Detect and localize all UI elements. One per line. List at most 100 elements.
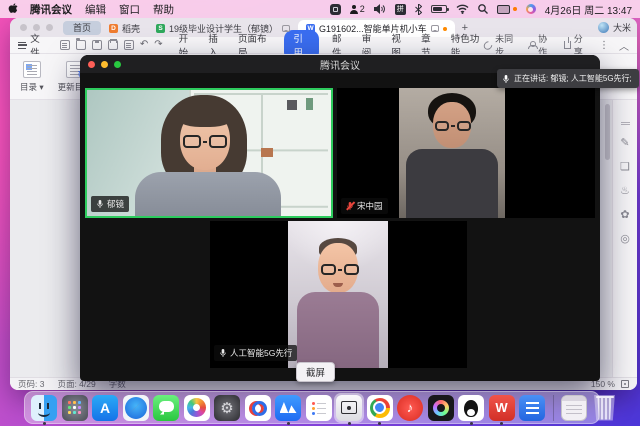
- toc-label: 目录 ▾: [20, 81, 44, 93]
- docs-app-icon[interactable]: [518, 394, 546, 422]
- hamburger-icon[interactable]: [18, 42, 26, 49]
- participant-name-badge: 宋中园: [341, 198, 388, 214]
- docer-icon: D: [109, 24, 118, 33]
- person-body: [135, 172, 281, 218]
- app-menu-title[interactable]: 腾讯会议: [30, 2, 72, 17]
- battery-icon[interactable]: [431, 5, 447, 13]
- wifi-icon[interactable]: [456, 4, 469, 14]
- more-options-icon[interactable]: ⋮: [599, 40, 609, 51]
- preview-icon[interactable]: [124, 40, 134, 50]
- recording-dot-icon: [513, 7, 517, 11]
- video-tile-participant-2[interactable]: 宋中园: [337, 88, 595, 218]
- toc-button[interactable]: 目录 ▾: [20, 61, 44, 93]
- shapes-icon[interactable]: ❏: [620, 162, 630, 173]
- minimize-button[interactable]: [33, 24, 40, 31]
- app-status-icon[interactable]: [330, 4, 341, 15]
- dropdown-arrow-icon: ▾: [39, 82, 43, 92]
- tab-docer[interactable]: D 稻壳: [101, 20, 148, 37]
- tencent-meeting-icon[interactable]: [274, 394, 302, 422]
- open-folder-icon[interactable]: [76, 40, 86, 50]
- side-tool-strip: ✎ ❏ ♨ ✿ ◎: [612, 100, 637, 377]
- glasses: [321, 264, 359, 275]
- person-body: [297, 292, 379, 368]
- app-store-icon[interactable]: A: [91, 394, 119, 422]
- share-icon: [564, 41, 571, 49]
- save-icon[interactable]: [92, 40, 102, 50]
- new-doc-icon[interactable]: [60, 40, 70, 50]
- minimized-window-thumbnail[interactable]: [560, 394, 588, 422]
- strip-handle-icon[interactable]: [621, 122, 630, 125]
- tab-docer-label: 稻壳: [122, 22, 140, 35]
- chrome-icon[interactable]: [366, 394, 394, 422]
- control-center-icon[interactable]: [526, 4, 536, 14]
- shelf-item: [306, 98, 313, 110]
- menu-help[interactable]: 帮助: [153, 2, 174, 17]
- media-app-icon[interactable]: [427, 394, 455, 422]
- collaborate-icon: [528, 41, 535, 49]
- close-button[interactable]: [20, 24, 27, 31]
- collapse-ribbon-icon[interactable]: ︿: [619, 38, 629, 53]
- participant-name: 宋中园: [357, 200, 383, 212]
- apple-menu-icon[interactable]: [8, 3, 19, 15]
- launchpad-icon[interactable]: [61, 394, 89, 422]
- user-notification-icon[interactable]: 2: [350, 4, 365, 14]
- person-icon: [350, 5, 358, 14]
- mic-on-icon: [96, 199, 104, 209]
- eye-icon[interactable]: ◎: [620, 234, 630, 245]
- rings-app-icon[interactable]: [244, 394, 272, 422]
- menu-edit[interactable]: 编辑: [85, 2, 106, 17]
- system-settings-icon[interactable]: ⚙: [213, 394, 241, 422]
- volume-icon[interactable]: [374, 4, 386, 14]
- screenshot-tool-icon[interactable]: [335, 394, 363, 422]
- menu-bar-clock[interactable]: 4月26日 周二 13:47: [545, 2, 632, 17]
- person-hair-fringe: [174, 99, 236, 127]
- menu-window[interactable]: 窗口: [119, 2, 140, 17]
- person-body: [406, 149, 498, 218]
- bluetooth-icon[interactable]: [415, 4, 422, 15]
- safari-icon[interactable]: [122, 394, 150, 422]
- finder-icon[interactable]: [30, 394, 58, 422]
- flower-icon[interactable]: ✿: [620, 210, 629, 221]
- sync-icon: [482, 39, 494, 51]
- fit-page-icon[interactable]: [621, 380, 629, 388]
- video-tile-participant-3[interactable]: 人工智能5G先行: [210, 221, 467, 368]
- messages-icon[interactable]: [152, 394, 180, 422]
- desktop-wallpaper: 腾讯会议 编辑 窗口 帮助 2 拼: [0, 0, 640, 426]
- video-tile-participant-1[interactable]: 郁镜: [85, 88, 333, 218]
- speaking-indicator-banner: 正在讲话: 郁镜; 人工智能5G先行;: [497, 69, 639, 88]
- meeting-window: 腾讯会议 郁镜: [80, 55, 600, 381]
- comment-icon[interactable]: [282, 25, 290, 32]
- shelf-item: [261, 148, 273, 157]
- toc-icon: [23, 61, 41, 78]
- wps-menu-row: 文件 ↶ ↷ 开始 插入 页面布局 引用 邮件 审阅 视图 章节 特色功能: [10, 37, 637, 54]
- participant-name-badge: 郁镜: [91, 196, 129, 212]
- dock: A ⚙ ♪ W: [24, 391, 600, 424]
- reminders-icon[interactable]: [305, 394, 333, 422]
- input-method-icon[interactable]: 拼: [395, 4, 406, 15]
- music-app-icon[interactable]: ♪: [396, 394, 424, 422]
- seal-icon[interactable]: ♨: [620, 186, 630, 197]
- speaking-indicator-text: 正在讲话: 郁镜; 人工智能5G先行;: [514, 73, 632, 84]
- spotlight-icon[interactable]: [478, 4, 488, 14]
- notification-count: 2: [360, 4, 365, 14]
- quick-toolbar: ↶ ↷: [60, 40, 163, 50]
- qq-icon[interactable]: [457, 394, 485, 422]
- video-background: [399, 88, 505, 218]
- tab-home-label: 首页: [73, 21, 91, 34]
- dock-tooltip: 截屏: [296, 362, 335, 382]
- participant-name: 人工智能5G先行: [230, 347, 292, 359]
- zoom-button[interactable]: [46, 24, 53, 31]
- edit-pencil-icon[interactable]: ✎: [620, 138, 629, 149]
- print-icon[interactable]: [108, 40, 118, 50]
- mic-muted-icon: [346, 201, 354, 211]
- photos-icon[interactable]: [183, 394, 211, 422]
- tab-home[interactable]: 首页: [63, 21, 101, 35]
- redo-icon[interactable]: ↷: [154, 40, 162, 50]
- undo-icon[interactable]: ↶: [140, 40, 148, 50]
- comment-icon[interactable]: [431, 25, 439, 32]
- trash-icon[interactable]: [591, 394, 619, 422]
- vertical-scrollbar[interactable]: [605, 104, 610, 160]
- screen-mirroring-icon[interactable]: [497, 5, 510, 14]
- wps-office-icon[interactable]: W: [488, 394, 516, 422]
- mic-on-icon: [502, 74, 510, 84]
